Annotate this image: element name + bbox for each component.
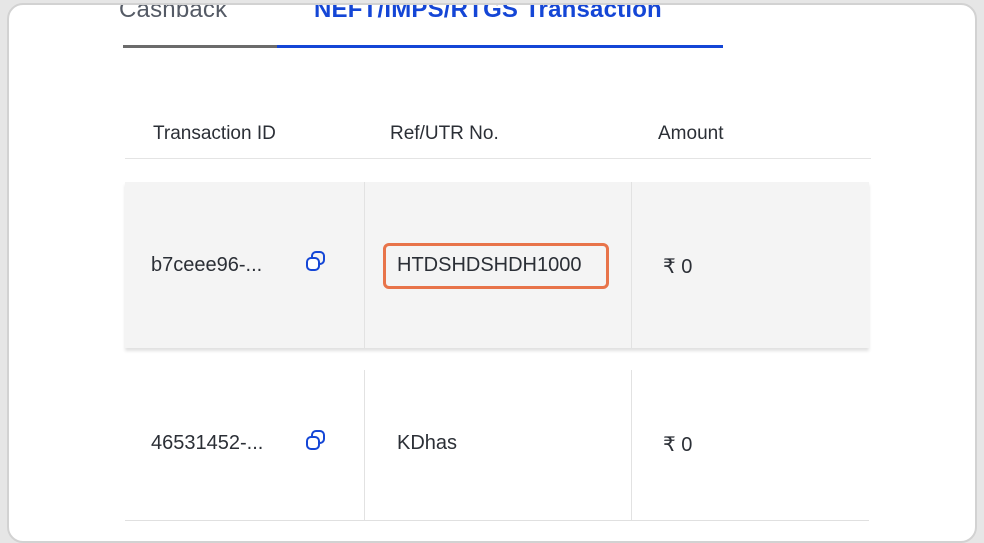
column-header-ref-utr: Ref/UTR No.	[390, 123, 499, 144]
ref-utr-cell: KDhas	[397, 432, 458, 454]
header-divider	[125, 158, 871, 159]
tab-cashback[interactable]: Cashback	[119, 5, 227, 24]
tab-underline-cashback	[123, 45, 277, 48]
cell-divider	[631, 182, 632, 348]
amount-cell: ₹ 0	[663, 434, 693, 456]
app-panel: Cashback NEFT/IMPS/RTGS Transaction Tran…	[7, 3, 977, 543]
tab-underline-active	[277, 45, 723, 48]
copy-icon[interactable]	[303, 249, 329, 275]
amount-cell: ₹ 0	[663, 256, 693, 278]
column-header-transaction-id: Transaction ID	[153, 123, 276, 144]
copy-icon[interactable]	[303, 428, 329, 454]
cell-divider	[631, 370, 632, 520]
tab-neft-imps-rtgs[interactable]: NEFT/IMPS/RTGS Transaction	[314, 5, 662, 24]
column-header-amount: Amount	[658, 123, 724, 144]
table-row[interactable]: b7ceee96-... HTDSHDSHDH1000 ₹ 0	[125, 182, 869, 348]
cell-divider	[364, 182, 365, 348]
ref-utr-cell: HTDSHDSHDH1000	[397, 254, 582, 276]
transaction-id-cell: b7ceee96-...	[151, 254, 263, 276]
transaction-id-cell: 46531452-...	[151, 432, 264, 454]
cell-divider	[364, 370, 365, 520]
table-row[interactable]: 46531452-... KDhas ₹ 0	[125, 370, 869, 521]
